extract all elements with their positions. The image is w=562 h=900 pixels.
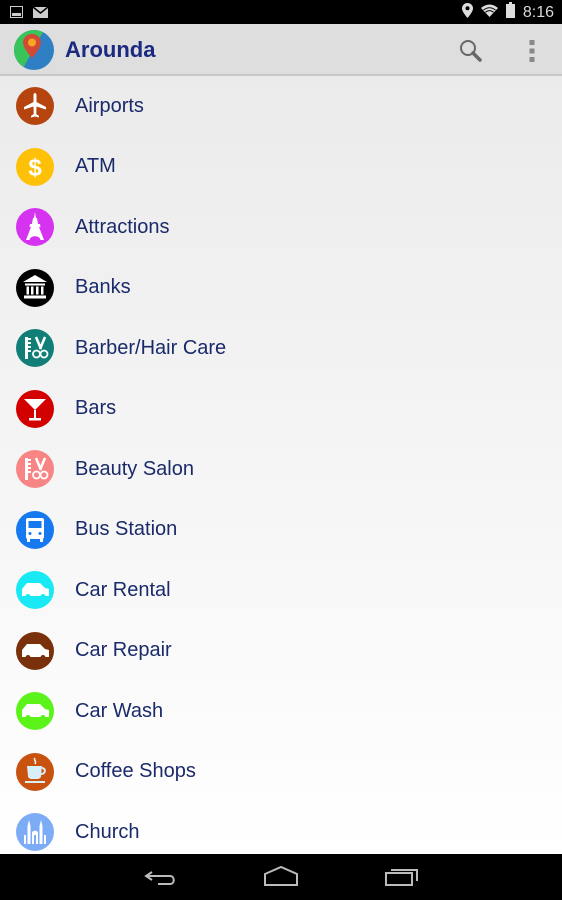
- navigation-bar: [0, 854, 562, 900]
- back-icon: [144, 871, 175, 885]
- category-label: Car Rental: [75, 578, 171, 601]
- category-label: Car Repair: [75, 639, 172, 662]
- bank-icon: [16, 268, 54, 307]
- church-icon: [16, 813, 54, 852]
- app-title: Arounda: [65, 37, 156, 62]
- eiffel-tower-icon: [16, 208, 54, 247]
- category-label: Barber/Hair Care: [75, 336, 227, 359]
- category-label: Attractions: [75, 215, 170, 238]
- category-item[interactable]: Car Rental: [0, 560, 562, 621]
- category-label: Banks: [75, 276, 131, 299]
- category-label: ATM: [75, 155, 116, 178]
- category-item[interactable]: $ ATM: [0, 137, 562, 198]
- image-notification-icon: [10, 5, 23, 23]
- category-item[interactable]: Beauty Salon: [0, 439, 562, 500]
- mail-notification-icon: [32, 5, 49, 23]
- category-item[interactable]: Car Wash: [0, 681, 562, 742]
- category-item[interactable]: Car Repair: [0, 621, 562, 682]
- airplane-icon: [16, 87, 54, 126]
- bus-icon: [16, 510, 54, 549]
- category-label: Coffee Shops: [75, 760, 196, 783]
- comb-scissors-icon: [16, 450, 54, 489]
- category-list: Airports $ ATM Attractions Banks Barber/Hair …: [0, 76, 562, 854]
- category-item[interactable]: Bars: [0, 379, 562, 440]
- category-item[interactable]: Coffee Shops: [0, 742, 562, 803]
- recents-button[interactable]: [382, 864, 422, 890]
- location-icon: [461, 2, 473, 23]
- more-vert-icon: [529, 40, 535, 62]
- category-item[interactable]: Airports: [0, 76, 562, 137]
- category-item[interactable]: Attractions: [0, 197, 562, 258]
- app-bar: Arounda: [0, 24, 562, 76]
- category-item[interactable]: Barber/Hair Care: [0, 318, 562, 379]
- overflow-menu-button[interactable]: [522, 38, 542, 64]
- status-bar: 8:16: [0, 0, 562, 24]
- category-label: Car Wash: [75, 699, 164, 722]
- category-label: Beauty Salon: [75, 457, 194, 480]
- category-label: Bus Station: [75, 518, 178, 541]
- car-icon: [16, 571, 54, 610]
- map-pin-globe-icon[interactable]: [14, 30, 54, 70]
- category-item[interactable]: Bus Station: [0, 500, 562, 561]
- car-icon: [16, 692, 54, 731]
- comb-scissors-icon: [16, 329, 54, 368]
- car-icon: [16, 631, 54, 670]
- category-label: Church: [75, 820, 140, 843]
- back-button[interactable]: [142, 864, 182, 890]
- category-item[interactable]: Church: [0, 802, 562, 854]
- wifi-icon: [480, 4, 498, 22]
- svg-text:$: $: [28, 154, 42, 181]
- home-button[interactable]: [261, 864, 301, 890]
- dollar-icon: $: [16, 147, 54, 186]
- category-label: Airports: [75, 94, 144, 117]
- search-button[interactable]: [458, 38, 484, 64]
- home-icon: [264, 865, 298, 886]
- coffee-cup-icon: [16, 752, 54, 791]
- category-label: Bars: [75, 397, 117, 420]
- battery-icon: [505, 2, 515, 23]
- cocktail-icon: [16, 389, 54, 428]
- recents-icon: [385, 869, 418, 886]
- category-item[interactable]: Banks: [0, 258, 562, 319]
- search-icon: [460, 40, 482, 62]
- clock: 8:16: [522, 3, 554, 21]
